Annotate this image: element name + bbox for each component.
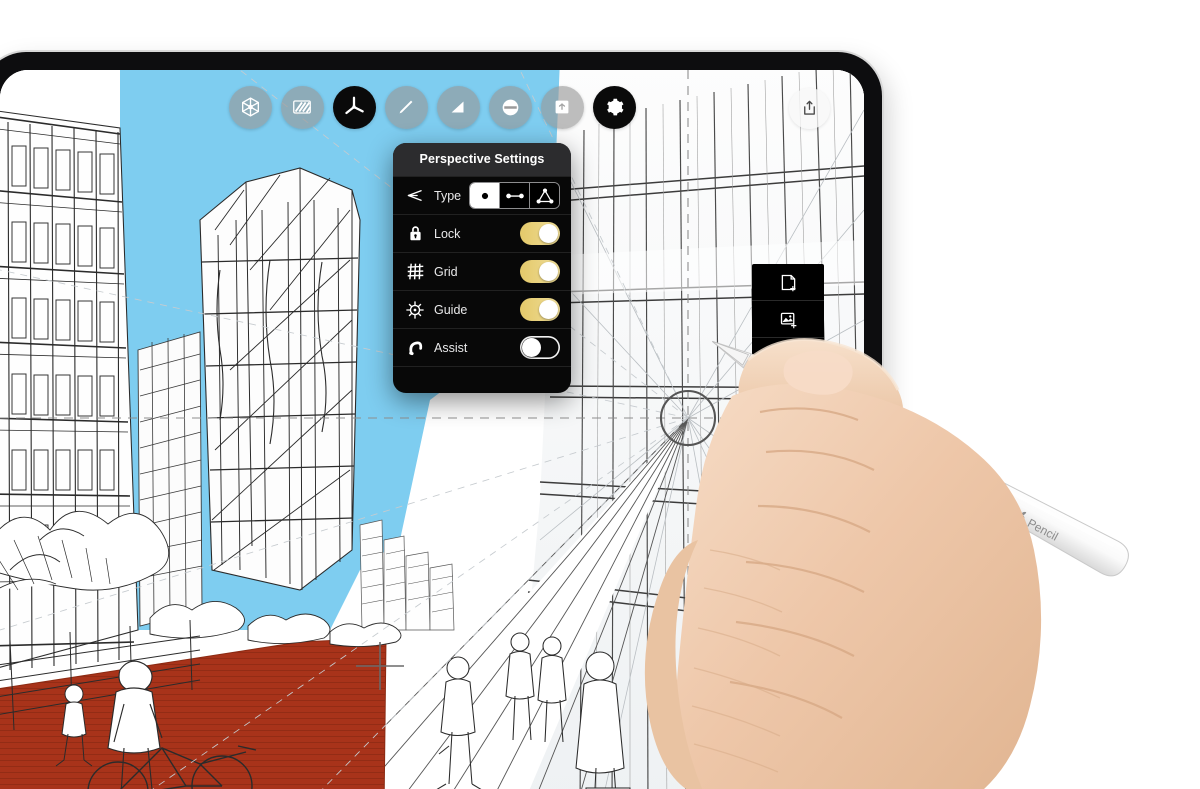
three-point-icon[interactable] [530, 183, 559, 208]
text-tool-icon[interactable] [752, 338, 824, 375]
grid-toggle[interactable] [520, 260, 560, 283]
settings-row-grid[interactable]: Grid [393, 252, 571, 290]
3d-cube-icon[interactable] [228, 85, 272, 129]
perspective-icon[interactable] [332, 85, 376, 129]
panel-footer [393, 366, 571, 393]
ruler-icon[interactable] [436, 85, 480, 129]
perspective-settings-panel[interactable]: Perspective Settings Type Lock Grid Guid… [393, 143, 571, 393]
screenshot-root: Perspective Settings Type Lock Grid Guid… [0, 0, 1200, 789]
lock-icon [404, 224, 426, 243]
settings-label-lock: Lock [434, 226, 461, 241]
settings-label-type: Type [434, 188, 462, 203]
layer-thumbnail-2[interactable] [752, 474, 824, 505]
hatch-fill-icon[interactable] [280, 85, 324, 129]
more-options-icon[interactable] [752, 443, 824, 474]
grid-icon [404, 262, 426, 281]
settings-row-assist[interactable]: Assist [393, 328, 571, 366]
gear-icon[interactable] [592, 85, 636, 129]
perspective-type-icon [404, 186, 426, 205]
panel-title: Perspective Settings [393, 143, 571, 176]
guide-toggle[interactable] [520, 298, 560, 321]
shape-icon[interactable] [488, 85, 532, 129]
guide-target-icon [404, 300, 426, 320]
two-point-icon[interactable] [500, 183, 530, 208]
one-point-icon[interactable] [470, 183, 500, 208]
magnet-icon [404, 338, 426, 357]
settings-row-type[interactable]: Type [393, 176, 571, 214]
settings-label-assist: Assist [434, 340, 468, 355]
ipad-device: Perspective Settings Type Lock Grid Guid… [0, 52, 882, 789]
ipad-screen: Perspective Settings Type Lock Grid Guid… [0, 70, 864, 789]
lock-toggle[interactable] [520, 222, 560, 245]
settings-row-lock[interactable]: Lock [393, 214, 571, 252]
settings-label-guide: Guide [434, 302, 468, 317]
share-button[interactable] [789, 88, 830, 129]
layers-sidebar[interactable] [752, 264, 824, 541]
settings-label-grid: Grid [434, 264, 458, 279]
visibility-eye-icon[interactable] [752, 406, 824, 443]
new-page-icon[interactable] [752, 264, 824, 301]
assist-toggle[interactable] [520, 336, 560, 359]
trash-icon[interactable] [752, 505, 824, 541]
settings-row-guide[interactable]: Guide [393, 290, 571, 328]
building-midleft [137, 331, 203, 627]
layer-thumbnail[interactable] [752, 375, 824, 406]
stamp-icon[interactable] [540, 85, 584, 129]
pencil-label: Pencil [1025, 516, 1060, 544]
perspective-type-segmented[interactable] [469, 182, 560, 209]
add-image-icon[interactable] [752, 301, 824, 338]
pencil-icon[interactable] [384, 85, 428, 129]
